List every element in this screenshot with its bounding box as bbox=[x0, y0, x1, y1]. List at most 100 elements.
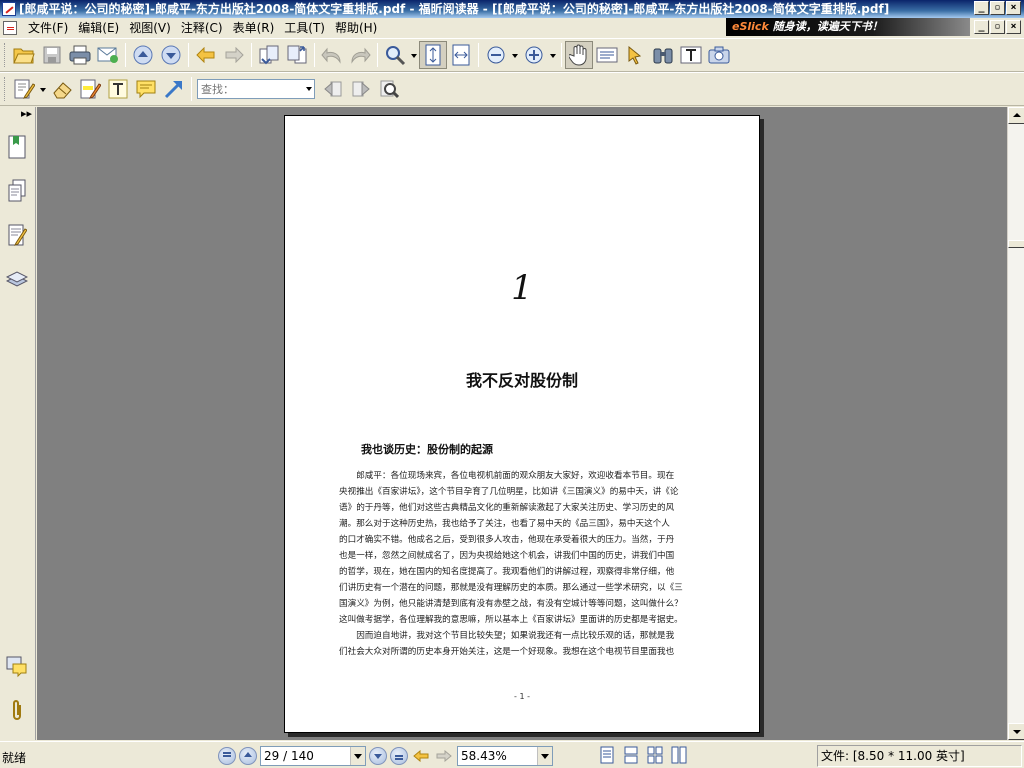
zoom-out-dropdown[interactable] bbox=[510, 41, 520, 69]
menu-help[interactable]: 帮助(H) bbox=[330, 19, 382, 36]
zoom-in-button[interactable] bbox=[520, 41, 548, 69]
insert-pages-button[interactable] bbox=[283, 41, 311, 69]
forward-button[interactable] bbox=[220, 41, 248, 69]
redo-button[interactable] bbox=[346, 41, 374, 69]
layers-button[interactable] bbox=[4, 265, 30, 293]
zoom-value: 58.43% bbox=[461, 749, 507, 763]
section-title: 我也谈历史：股份制的起源 bbox=[361, 443, 493, 456]
minimize-button[interactable]: _ bbox=[974, 1, 989, 15]
cursor-arrow-icon bbox=[628, 45, 642, 65]
expand-panel-icon[interactable]: ▸▸ bbox=[4, 107, 32, 123]
banner-brand: eSlick bbox=[732, 20, 769, 33]
zoom-in-dropdown[interactable] bbox=[548, 41, 558, 69]
menu-bar: 文件(F) 编辑(E) 视图(V) 注释(C) 表单(R) 工具(T) 帮助(H… bbox=[0, 18, 724, 37]
scroll-thumb[interactable] bbox=[1008, 240, 1024, 248]
email-button[interactable] bbox=[94, 41, 122, 69]
attachments-button[interactable] bbox=[4, 697, 30, 725]
vertical-scrollbar[interactable] bbox=[1007, 107, 1024, 740]
status-forward-button[interactable] bbox=[434, 746, 454, 766]
page-layout-buttons bbox=[598, 746, 688, 764]
fit-page-button[interactable] bbox=[419, 41, 447, 69]
save-button[interactable] bbox=[38, 41, 66, 69]
doc-restore-button[interactable]: ▫ bbox=[990, 20, 1005, 34]
find-next-button[interactable] bbox=[347, 75, 375, 103]
doc-close-button[interactable]: × bbox=[1006, 20, 1021, 34]
scroll-up-button[interactable] bbox=[1008, 107, 1024, 124]
text-select-button[interactable] bbox=[593, 41, 621, 69]
page-dropdown-icon[interactable] bbox=[350, 747, 365, 765]
restore-button[interactable]: ▫ bbox=[990, 1, 1005, 15]
status-bar: 就绪 29 / 140 58.43% 文件: [8.50 * 11.00 英寸] bbox=[0, 741, 1024, 768]
document-icon[interactable] bbox=[3, 20, 17, 35]
last-page-button[interactable] bbox=[390, 747, 408, 765]
next-page-status-button[interactable] bbox=[369, 747, 387, 765]
continuous-facing-view-button[interactable] bbox=[670, 746, 688, 764]
doc-minimize-button[interactable]: _ bbox=[974, 20, 989, 34]
find-previous-button[interactable] bbox=[319, 75, 347, 103]
snapshot-button[interactable] bbox=[705, 41, 733, 69]
menu-view[interactable]: 视图(V) bbox=[124, 19, 176, 36]
text-box-button[interactable] bbox=[104, 75, 132, 103]
status-back-button[interactable] bbox=[411, 746, 431, 766]
open-button[interactable] bbox=[10, 41, 38, 69]
page-size-info: 文件: [8.50 * 11.00 英寸] bbox=[817, 745, 1022, 767]
comments-panel-button[interactable] bbox=[4, 653, 30, 681]
select-tool-button[interactable] bbox=[621, 41, 649, 69]
zoom-out-button[interactable] bbox=[482, 41, 510, 69]
menu-form[interactable]: 表单(R) bbox=[228, 19, 280, 36]
zoom-dropdown-icon[interactable] bbox=[537, 747, 552, 765]
hand-tool-button[interactable] bbox=[565, 41, 593, 69]
note-tool-button[interactable] bbox=[10, 75, 38, 103]
prev-page-status-button[interactable] bbox=[239, 747, 257, 765]
search-input[interactable] bbox=[198, 80, 302, 98]
single-page-view-button[interactable] bbox=[598, 746, 616, 764]
highlighter-icon bbox=[80, 79, 101, 99]
extract-pages-button[interactable] bbox=[255, 41, 283, 69]
search-field[interactable] bbox=[197, 79, 315, 99]
comment-button[interactable] bbox=[132, 75, 160, 103]
pencil-note-icon bbox=[14, 79, 35, 99]
previous-page-button[interactable] bbox=[129, 41, 157, 69]
zoom-tool-button[interactable] bbox=[381, 41, 409, 69]
toolbar-separator bbox=[561, 43, 562, 67]
back-button[interactable] bbox=[192, 41, 220, 69]
document-viewport[interactable]: 1 我不反对股份制 我也谈历史：股份制的起源 郎咸平：各位现场来宾，各位电视机前… bbox=[37, 107, 1007, 740]
zoom-tool-dropdown[interactable] bbox=[409, 41, 419, 69]
facing-view-button[interactable] bbox=[646, 746, 664, 764]
menu-edit[interactable]: 编辑(E) bbox=[73, 19, 124, 36]
arrow-diagonal-icon bbox=[164, 80, 183, 99]
fit-width-button[interactable] bbox=[447, 41, 475, 69]
scroll-down-button[interactable] bbox=[1008, 723, 1024, 740]
next-page-button[interactable] bbox=[157, 41, 185, 69]
binoculars-button[interactable] bbox=[649, 41, 677, 69]
toolbar-grip[interactable] bbox=[4, 77, 7, 101]
first-page-button[interactable] bbox=[218, 747, 236, 765]
toolbar-separator bbox=[191, 77, 192, 101]
magnifier-icon bbox=[386, 46, 406, 66]
note-tool-dropdown[interactable] bbox=[38, 75, 48, 103]
arrow-right-icon bbox=[225, 47, 244, 63]
eslick-banner[interactable]: eSlick 随身读，读遍天下书！ bbox=[726, 18, 970, 36]
bookmarks-button[interactable] bbox=[4, 133, 30, 161]
menu-comment[interactable]: 注释(C) bbox=[176, 19, 228, 36]
zoom-level-field[interactable]: 58.43% bbox=[457, 746, 553, 766]
undo-button[interactable] bbox=[318, 41, 346, 69]
menu-tools[interactable]: 工具(T) bbox=[279, 19, 330, 36]
toolbar-grip[interactable] bbox=[4, 43, 7, 67]
pages-button[interactable] bbox=[4, 177, 30, 205]
close-button[interactable]: × bbox=[1006, 1, 1021, 15]
arrow-tool-button[interactable] bbox=[160, 75, 188, 103]
highlight-button[interactable] bbox=[76, 75, 104, 103]
navigation-panel: ▸▸ bbox=[0, 107, 36, 740]
search-dropdown-icon[interactable] bbox=[306, 87, 312, 94]
page-number-field[interactable]: 29 / 140 bbox=[260, 746, 366, 766]
annotations-button[interactable] bbox=[4, 221, 30, 249]
continuous-view-button[interactable] bbox=[622, 746, 640, 764]
typewriter-button[interactable] bbox=[677, 41, 705, 69]
eraser-button[interactable] bbox=[48, 75, 76, 103]
advanced-search-button[interactable] bbox=[375, 75, 403, 103]
print-button[interactable] bbox=[66, 41, 94, 69]
menu-file[interactable]: 文件(F) bbox=[23, 19, 73, 36]
window-title: [郎咸平说：公司的秘密]-郎咸平-东方出版社2008-简体文字重排版.pdf -… bbox=[19, 2, 890, 16]
text-line: 潮。那么对于这种历史热，我也给予了关注，也看了易中天的《品三国》，易中天这个人 bbox=[339, 519, 670, 529]
